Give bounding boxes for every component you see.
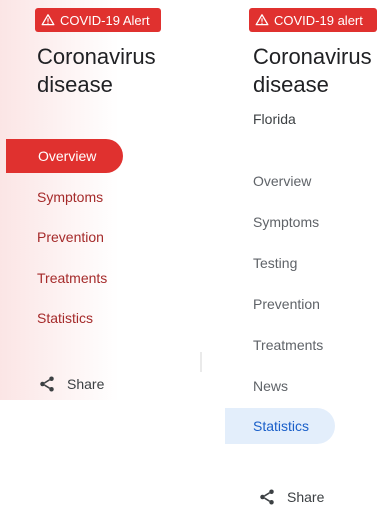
- nav-item-symptoms[interactable]: Symptoms: [253, 214, 319, 230]
- nav-item-prevention[interactable]: Prevention: [253, 296, 320, 312]
- alert-label: COVID-19 Alert: [60, 12, 150, 28]
- share-label: Share: [67, 376, 105, 392]
- alert-label: COVID-19 alert: [274, 12, 363, 28]
- covid-alert-badge[interactable]: COVID-19 Alert: [35, 8, 161, 32]
- share-icon: [40, 376, 54, 392]
- nav-item-news[interactable]: News: [253, 378, 288, 394]
- nav-item-overview[interactable]: Overview: [253, 173, 311, 189]
- panel-right: COVID-19 alert Coronavirus disease Flori…: [225, 0, 385, 509]
- location-label: Florida: [253, 111, 296, 127]
- warning-icon: [255, 14, 269, 26]
- share-label: Share: [287, 489, 325, 505]
- covid-alert-badge[interactable]: COVID-19 alert: [249, 8, 377, 32]
- share-icon: [260, 489, 274, 505]
- nav-item-statistics[interactable]: Statistics: [37, 310, 93, 326]
- nav-item-overview[interactable]: Overview: [6, 139, 123, 173]
- nav-item-prevention[interactable]: Prevention: [37, 229, 104, 245]
- page-title: Coronavirus disease: [37, 44, 156, 97]
- nav-item-testing[interactable]: Testing: [253, 255, 297, 271]
- divider: [200, 352, 202, 372]
- share-button[interactable]: Share: [38, 375, 104, 393]
- warning-icon: [41, 14, 55, 26]
- nav-item-treatments[interactable]: Treatments: [37, 270, 107, 286]
- nav-item-statistics[interactable]: Statistics: [225, 408, 335, 444]
- nav-item-treatments[interactable]: Treatments: [253, 337, 323, 353]
- nav-item-symptoms[interactable]: Symptoms: [37, 189, 103, 205]
- page-title: Coronavirus disease: [253, 44, 372, 97]
- share-button[interactable]: Share: [258, 488, 324, 506]
- panel-left: COVID-19 Alert Coronavirus disease Overv…: [0, 0, 198, 400]
